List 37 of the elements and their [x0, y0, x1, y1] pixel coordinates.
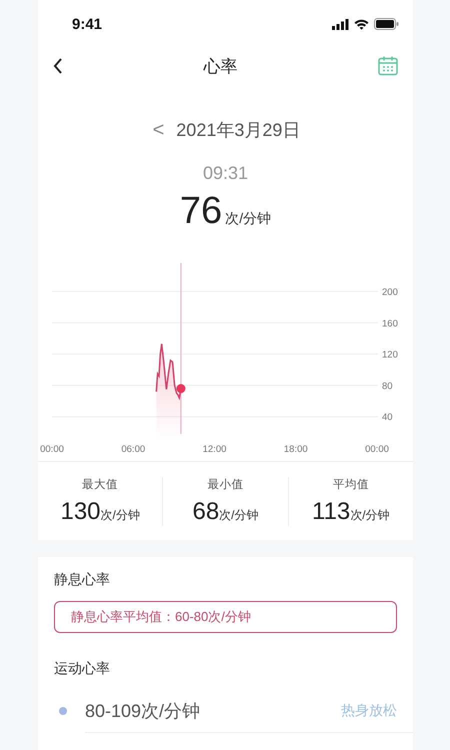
y-axis-label: 40 [382, 412, 393, 424]
x-axis-label: 12:00 [202, 444, 226, 455]
x-axis-label: 06:00 [121, 444, 146, 455]
back-icon[interactable] [52, 57, 64, 75]
zone-range: 80-109次/分钟 [85, 700, 200, 722]
y-axis-label: 160 [382, 318, 398, 330]
clock-time: 9:41 [72, 16, 102, 32]
unit-label: 次/分钟 [350, 506, 390, 524]
zone-label: 热身放松 [341, 702, 397, 720]
stat-value: 130 [60, 498, 101, 526]
reading-time: 09:31 [202, 163, 250, 184]
section-title: 运动心率 [54, 660, 111, 678]
heart-rate-value: 76 [180, 190, 222, 233]
resting-rate-note: 静息心率平均值：60-80次/分钟 [54, 601, 397, 633]
unit-label: 次/分钟 [100, 506, 140, 524]
stat-value: 113 [312, 498, 350, 526]
heart-rate-line [156, 343, 182, 400]
battery-icon [374, 18, 399, 30]
signal-icon [332, 18, 349, 30]
previous-day-button[interactable]: < [150, 118, 166, 142]
stat-label: 最小值 [207, 478, 244, 492]
wifi-icon [354, 18, 369, 30]
page-title: 心率 [204, 56, 238, 78]
stat-label: 平均值 [332, 478, 369, 492]
x-axis-label: 00:00 [40, 444, 64, 455]
selected-point[interactable] [176, 384, 186, 394]
stat-value: 68 [192, 498, 220, 526]
y-axis-label: 120 [382, 350, 398, 361]
section-title: 静息心率 [54, 571, 111, 589]
stat-label: 最大值 [82, 478, 118, 492]
x-axis-label: 00:00 [365, 444, 389, 455]
date-label: 2021年3月29日 [176, 119, 300, 142]
y-axis-label: 200 [382, 287, 398, 298]
unit-label: 次/分钟 [219, 506, 259, 524]
x-axis-label: 18:00 [284, 444, 308, 455]
y-axis-label: 80 [382, 380, 393, 392]
unit-label: 次/分钟 [225, 210, 272, 228]
